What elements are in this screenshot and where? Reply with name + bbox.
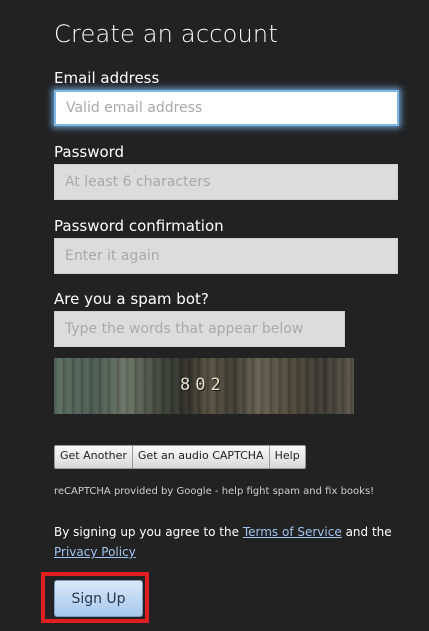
spam-check-label: Are you a spam bot? bbox=[54, 290, 209, 308]
sign-up-button[interactable]: Sign Up bbox=[54, 580, 143, 617]
password-confirmation-label: Password confirmation bbox=[54, 217, 224, 235]
audio-captcha-button[interactable]: Get an audio CAPTCHA bbox=[133, 446, 270, 468]
recaptcha-note: reCAPTCHA provided by Google - help figh… bbox=[54, 486, 375, 497]
captcha-controls: Get Another Get an audio CAPTCHA Help bbox=[54, 445, 306, 469]
terms-of-service-link[interactable]: Terms of Service bbox=[243, 525, 342, 539]
password-field[interactable] bbox=[54, 164, 398, 200]
terms-prefix: By signing up you agree to the bbox=[54, 525, 240, 539]
captcha-image: 802 bbox=[54, 358, 354, 414]
captcha-answer-field[interactable] bbox=[54, 311, 345, 347]
captcha-word: 802 bbox=[180, 375, 226, 395]
privacy-policy-link[interactable]: Privacy Policy bbox=[54, 545, 136, 559]
terms-text: By signing up you agree to the Terms of … bbox=[54, 522, 394, 562]
password-label: Password bbox=[54, 143, 125, 161]
get-another-captcha-button[interactable]: Get Another bbox=[55, 446, 133, 468]
captcha-help-button[interactable]: Help bbox=[270, 446, 305, 468]
terms-middle: and the bbox=[345, 525, 392, 539]
password-confirmation-field[interactable] bbox=[54, 238, 398, 274]
email-label: Email address bbox=[54, 69, 160, 87]
page-title: Create an account bbox=[54, 20, 278, 48]
email-field[interactable] bbox=[54, 90, 399, 126]
